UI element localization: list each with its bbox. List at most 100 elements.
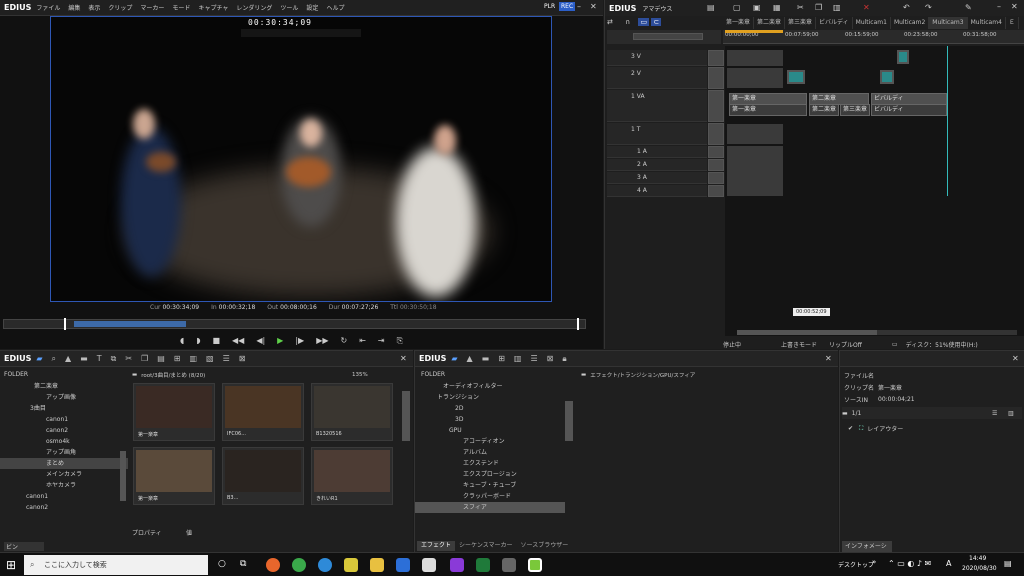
view-icon[interactable]: ☰ xyxy=(223,354,230,363)
folder-item-selected[interactable]: まとめ xyxy=(0,458,128,469)
folder-item[interactable]: ホヤカメラ xyxy=(0,480,128,491)
bin-tab[interactable]: ビン xyxy=(4,542,44,551)
tab-sequence-marker[interactable]: シーケンスマーカー xyxy=(455,541,517,551)
effect-item[interactable]: トランジション xyxy=(415,392,565,403)
render-icon[interactable]: ▦ xyxy=(773,3,781,12)
tab-movement1[interactable]: 第一楽章 xyxy=(723,17,755,29)
tree-scrollbar[interactable] xyxy=(120,451,126,501)
ime-label[interactable]: A xyxy=(946,559,951,568)
step-back-icon[interactable]: ◀| xyxy=(256,336,265,345)
track-1va[interactable]: 1 VA xyxy=(607,90,707,122)
magnet-icon[interactable]: ∩ xyxy=(625,18,630,26)
excel-icon[interactable] xyxy=(476,558,490,572)
clip-1va-audio[interactable]: 第三楽章 xyxy=(840,104,870,116)
edge-icon[interactable] xyxy=(318,558,332,572)
sync-toggle[interactable] xyxy=(708,123,724,145)
track-1a[interactable]: 1 A xyxy=(607,146,707,158)
multicam-clip[interactable] xyxy=(880,70,894,84)
tray-icons[interactable]: ⌃ ▭ ◐ ♪ ✉ xyxy=(888,559,931,568)
close-icon[interactable]: ✕ xyxy=(400,354,407,363)
step-forward-icon[interactable]: |▶ xyxy=(295,336,304,345)
tab-source-browser[interactable]: ソースブラウザー xyxy=(517,541,573,551)
loop-icon[interactable]: ↻ xyxy=(341,336,348,345)
track-4a[interactable]: 4 A xyxy=(607,185,707,197)
up-icon[interactable]: ▲ xyxy=(65,354,71,363)
clip-thumbnail[interactable]: 第一楽章 xyxy=(133,447,215,505)
folder-item[interactable]: canon1 xyxy=(0,491,128,502)
tool-icon[interactable]: ✎ xyxy=(965,3,972,12)
menu-settings[interactable]: 設定 xyxy=(306,3,318,12)
clip-1va-audio[interactable]: 第二楽章 xyxy=(809,104,839,116)
redo-icon[interactable]: ↷ xyxy=(925,3,932,12)
save-icon[interactable]: ▣ xyxy=(753,3,761,12)
sequence-icon[interactable]: ▤ xyxy=(707,3,715,12)
cortana-icon[interactable]: ○ xyxy=(218,559,226,569)
minimize-icon[interactable]: – xyxy=(577,2,581,11)
effect-item[interactable]: クラッパーボード xyxy=(415,491,565,502)
tab-multicam4[interactable]: Multicam4 xyxy=(968,17,1006,29)
effect-item[interactable]: エクスプロージョン xyxy=(415,469,565,480)
close-icon[interactable]: ✕ xyxy=(1012,354,1019,363)
search-icon[interactable]: ⌕ xyxy=(52,354,56,364)
effect-item[interactable]: 3D xyxy=(415,414,565,425)
thumb-view-icon[interactable]: ⊠ xyxy=(547,354,554,363)
scale-button[interactable]: ▭ xyxy=(638,18,650,26)
clip-thumbnail[interactable]: B1320516 xyxy=(311,383,393,441)
folder-item[interactable]: canon1 xyxy=(0,414,128,425)
effect-item[interactable]: エクステンド xyxy=(415,458,565,469)
track-3v[interactable]: 3 V xyxy=(607,50,707,66)
stop-icon[interactable]: ■ xyxy=(212,336,220,345)
folder-item[interactable]: canon2 xyxy=(0,425,128,436)
tab-multicam1[interactable]: Multicam1 xyxy=(853,17,891,29)
paste-icon[interactable]: ▤ xyxy=(157,354,165,363)
add-title-icon[interactable]: T xyxy=(97,354,102,363)
tab-effects[interactable]: エフェクト xyxy=(417,541,456,551)
tab-multicam2[interactable]: Multicam2 xyxy=(891,17,930,29)
scrub-bar[interactable] xyxy=(3,318,586,330)
tab-more[interactable]: Ｅ xyxy=(1006,17,1019,29)
sync-toggle[interactable] xyxy=(708,67,724,89)
overwrite-icon[interactable]: ⇥ xyxy=(378,336,385,345)
add-timeline-icon[interactable]: ⊞ xyxy=(174,354,181,363)
effect-item[interactable]: アコーディオン xyxy=(415,436,565,447)
clip-thumbnail[interactable]: きれいR1 xyxy=(311,447,393,505)
zoom-dropdown[interactable] xyxy=(633,33,703,40)
folder-item[interactable]: canon2 xyxy=(0,502,128,513)
video-preview[interactable]: 00:30:34;09 xyxy=(50,16,552,302)
view-icon[interactable]: ☰ xyxy=(530,354,537,363)
close-icon[interactable]: ✕ xyxy=(1011,2,1018,11)
tab-movement3[interactable]: 第三楽章 xyxy=(785,17,817,29)
effect-item[interactable]: 2D xyxy=(415,403,565,414)
track-2v[interactable]: 2 V xyxy=(607,67,707,89)
properties-icon[interactable]: ▧ xyxy=(206,354,214,363)
menu-clip[interactable]: クリップ xyxy=(108,3,132,12)
task-view-icon[interactable]: ⧉ xyxy=(240,559,246,569)
clip-region[interactable] xyxy=(727,50,783,66)
menu-file[interactable]: ファイル xyxy=(36,3,60,12)
sync-toggle[interactable] xyxy=(708,159,724,171)
app-icon[interactable] xyxy=(344,558,358,572)
lock-icon[interactable]: 🔒︎ xyxy=(562,354,566,364)
play-icon[interactable]: ▶ xyxy=(277,336,283,345)
sync-toggle[interactable] xyxy=(708,90,724,122)
effect-item[interactable]: キューブ・チューブ xyxy=(415,480,565,491)
clip-1va-audio[interactable]: ビバルディ xyxy=(871,104,947,116)
minimize-icon[interactable]: – xyxy=(997,2,1001,11)
clip-thumbnail[interactable]: IFC06... xyxy=(222,383,304,441)
rec-toggle[interactable]: REC xyxy=(559,2,576,11)
clip-region[interactable] xyxy=(727,68,783,88)
tab-vivaldi[interactable]: ビバルディ xyxy=(816,17,853,29)
sync-toggle[interactable] xyxy=(708,185,724,197)
copy-icon[interactable]: ❐ xyxy=(815,3,822,12)
notification-icon[interactable]: ▤ xyxy=(1004,559,1012,568)
tree-scrollbar[interactable] xyxy=(565,401,573,441)
folder-item[interactable]: 第二楽章 xyxy=(0,381,128,392)
plr-toggle[interactable]: PLR xyxy=(544,3,555,10)
layouter-row[interactable]: ✔ ⛶ レイアウター xyxy=(848,424,1018,434)
effect-item[interactable]: GPU xyxy=(415,425,565,436)
remove-icon[interactable]: ✕ xyxy=(863,3,870,12)
taskbar-search[interactable]: ここに入力して検索 xyxy=(24,555,208,575)
close-icon[interactable]: ✕ xyxy=(590,2,597,11)
calculator-icon[interactable] xyxy=(502,558,516,572)
windows-start-icon[interactable]: ⊞ xyxy=(6,558,16,572)
